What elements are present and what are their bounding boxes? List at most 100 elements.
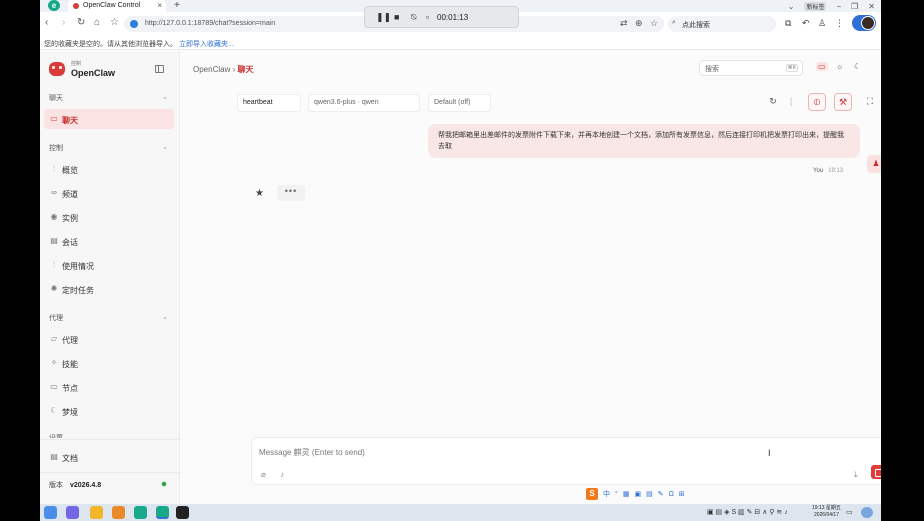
edge-app-icon[interactable] — [156, 506, 169, 519]
session-select[interactable]: heartbeat — [237, 94, 301, 112]
minimize-icon[interactable]: − — [836, 2, 841, 11]
ime-punct-icon[interactable]: ° — [615, 491, 618, 498]
undo-icon[interactable]: ↶ — [802, 18, 810, 29]
model-select[interactable]: qwen3.6-plus · qwen — [308, 94, 420, 112]
browser-search-field[interactable]: ⌕ 点此搜索 — [668, 16, 776, 32]
sidebar-item-docs[interactable]: ▤ 文档 — [44, 447, 174, 467]
sidebar-item-sessions[interactable]: ▤ 会话 — [44, 231, 174, 251]
sidebar-item-instances[interactable]: ◉ 实例 — [44, 207, 174, 227]
folder-icon: ▱ — [50, 334, 58, 343]
browser-logo-icon[interactable]: e — [48, 0, 60, 11]
openclaw-app: 控制 OpenClaw 聊天 ⌄ ▭ 聊天 控制 ⌄ ⫶ 概览 ∞ 频道 ◉ 实… — [40, 51, 881, 504]
camera-icon[interactable]: ▫ — [426, 12, 429, 22]
ime-headset-icon[interactable]: Ω — [669, 491, 674, 498]
user-avatar[interactable] — [852, 15, 876, 31]
download-icon[interactable]: ⤓ — [854, 470, 858, 480]
user-message: 帮我把邮箱里出差邮件的发票附件下载下来，并再本地创建一个文档，添加所有发票信息，… — [428, 124, 860, 158]
zoom-icon[interactable]: ⊕ — [635, 18, 643, 29]
message-input[interactable]: Message 麒灵 (Enter to send) — [259, 447, 365, 458]
forward-icon[interactable]: › — [62, 17, 65, 28]
ime-keyboard-icon[interactable]: ▦ — [623, 490, 630, 498]
sidebar-item-label: 使用情况 — [62, 262, 94, 271]
ime-pen-icon[interactable]: ✎ — [658, 490, 664, 498]
moon-icon[interactable]: ☾ — [854, 62, 861, 71]
app-icon[interactable] — [66, 506, 79, 519]
chevron-down-icon[interactable]: ⌄ — [162, 313, 168, 321]
wrench-icon[interactable]: ⚒ — [834, 93, 852, 111]
assistant-icon[interactable] — [861, 507, 873, 518]
ime-skin-icon[interactable]: ▤ — [646, 490, 653, 498]
moon-icon: ☾ — [50, 406, 58, 415]
collections-icon[interactable]: ⧉ — [785, 18, 791, 29]
openclaw-favicon-icon — [73, 3, 79, 9]
sidebar-item-cron[interactable]: ✺ 定时任务 — [44, 279, 174, 299]
sidebar-item-label: 节点 — [62, 384, 78, 393]
tab-close-icon[interactable]: × — [157, 1, 162, 10]
import-bookmarks-link[interactable]: 立即导入收藏夹... — [179, 41, 234, 48]
start-icon[interactable] — [44, 506, 57, 519]
section-control-title[interactable]: 控制 — [49, 143, 63, 153]
profile-icon[interactable]: ♙ — [818, 18, 826, 29]
home-icon[interactable]: ⌂ — [94, 17, 100, 28]
maximize-icon[interactable]: ❐ — [851, 2, 858, 11]
brand-subtitle: 控制 — [71, 61, 82, 67]
mic-off-icon[interactable]: ⍉ — [411, 12, 416, 23]
sidebar-item-agents[interactable]: ▱ 代理 — [44, 329, 174, 349]
profile-badge[interactable]: 新标签 — [804, 1, 827, 11]
focus-icon[interactable]: ⛶ — [861, 93, 879, 111]
sidebar-item-skills[interactable]: ✧ 技能 — [44, 353, 174, 373]
attach-icon[interactable]: ⌀ — [261, 470, 266, 479]
chevron-down-icon[interactable]: ⌄ — [162, 143, 168, 151]
refresh-icon[interactable]: ↻ — [764, 93, 782, 111]
app-search-input[interactable]: 搜索 ⌘K — [699, 60, 803, 76]
tray-icons[interactable]: ▣ ▤ ◈ S ▥ ✎ ⊟ ∧ ⚲ ≋ ♪ — [707, 508, 788, 516]
sidebar-toggle-icon[interactable] — [155, 65, 164, 73]
openclaw-logo-icon — [49, 62, 65, 76]
ime-logo-icon[interactable]: S — [586, 488, 598, 500]
reload-icon[interactable]: ↻ — [77, 17, 85, 28]
ime-apps-icon[interactable]: ⊞ — [679, 490, 685, 498]
new-tab-button[interactable]: + — [174, 0, 180, 11]
sun-icon[interactable]: ☼ — [836, 62, 843, 71]
sidebar-item-dreams[interactable]: ☾ 梦境 — [44, 401, 174, 421]
back-icon[interactable]: ‹ — [45, 17, 48, 28]
browser-app-icon[interactable] — [112, 506, 125, 519]
translate-icon[interactable]: ⇄ — [620, 18, 628, 29]
sidebar-item-usage[interactable]: ⫶ 使用情况 — [44, 255, 174, 275]
text-cursor-icon: I — [768, 448, 771, 458]
section-settings-title[interactable]: 设置 — [49, 433, 63, 438]
tab-openclaw[interactable]: OpenClaw Control × — [68, 0, 166, 12]
breadcrumb-root[interactable]: OpenClaw — [193, 65, 230, 74]
close-window-icon[interactable]: ✕ — [868, 2, 875, 11]
brain-icon[interactable]: ⦶ — [808, 93, 826, 111]
files-icon[interactable] — [90, 506, 103, 519]
menu-icon[interactable]: ⋮ — [835, 18, 844, 29]
clock[interactable]: 19:13 星期五 2026/04/17 — [812, 505, 841, 519]
section-chat-title[interactable]: 聊天 — [49, 93, 63, 103]
sidebar-item-channels[interactable]: ∞ 频道 — [44, 183, 174, 203]
sidebar-item-chat[interactable]: ▭ 聊天 — [44, 109, 174, 129]
monitor-theme-icon[interactable]: ▭ — [816, 62, 828, 71]
thinking-select[interactable]: Default (off) — [428, 94, 491, 112]
stop-button[interactable] — [871, 465, 881, 479]
ime-chinese-icon[interactable]: 中 — [603, 489, 610, 499]
ime-voice-icon[interactable]: ▣ — [634, 490, 641, 498]
message-composer[interactable]: Message 麒灵 (Enter to send) I ⌀ ♪ ⤓ — [251, 437, 881, 485]
pause-icon[interactable]: ❚❚ — [376, 12, 391, 23]
chevron-down-icon[interactable]: ⌄ — [162, 93, 168, 101]
microphone-icon[interactable]: ♪ — [280, 470, 284, 479]
section-agent-title[interactable]: 代理 — [49, 313, 63, 323]
chat-app-icon[interactable] — [134, 506, 147, 519]
notification-icon[interactable]: ▭ — [846, 508, 853, 516]
stop-icon[interactable]: ■ — [394, 12, 399, 22]
sidebar-item-label: 聊天 — [62, 116, 78, 125]
sidebar-item-nodes[interactable]: ▭ 节点 — [44, 377, 174, 397]
taskbar: ▣ ▤ ◈ S ▥ ✎ ⊟ ∧ ⚲ ≋ ♪ 19:13 星期五 2026/04/… — [40, 504, 881, 521]
link-icon: ∞ — [51, 188, 57, 197]
star-outline-icon[interactable]: ☆ — [110, 17, 119, 28]
sidebar-item-overview[interactable]: ⫶ 概览 — [44, 159, 174, 179]
terminal-icon[interactable] — [176, 506, 189, 519]
favorite-icon[interactable]: ☆ — [650, 18, 658, 29]
chevron-down-icon[interactable]: ⌄ — [788, 2, 795, 11]
globe-icon — [130, 20, 138, 28]
